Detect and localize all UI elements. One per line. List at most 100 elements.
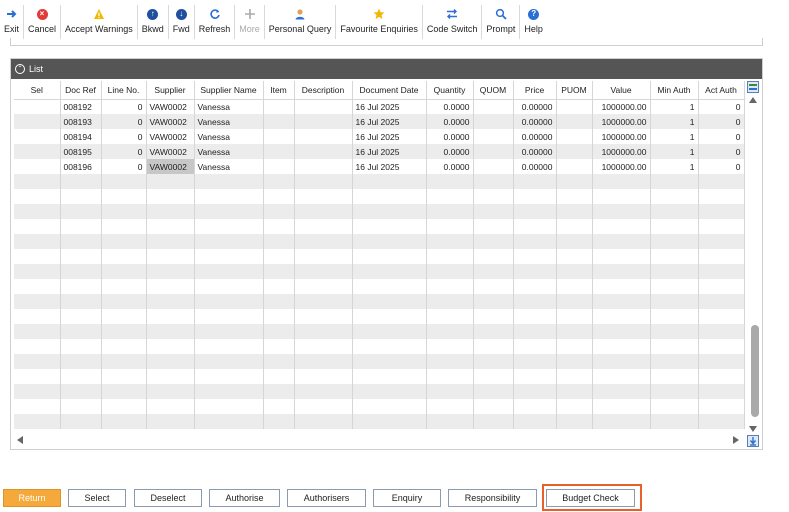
empty-cell[interactable] — [473, 369, 514, 384]
empty-cell[interactable] — [60, 189, 102, 204]
empty-cell[interactable] — [556, 399, 593, 414]
empty-table-row[interactable] — [14, 324, 745, 339]
empty-cell[interactable] — [592, 354, 651, 369]
empty-cell[interactable] — [513, 414, 557, 429]
empty-cell[interactable] — [194, 189, 264, 204]
empty-cell[interactable] — [473, 384, 514, 399]
empty-cell[interactable] — [426, 219, 474, 234]
favourite-enquiries-button[interactable]: Favourite Enquiries — [336, 5, 423, 39]
empty-cell[interactable] — [60, 399, 102, 414]
empty-cell[interactable] — [352, 369, 427, 384]
cell-price[interactable]: 0.00000 — [513, 144, 557, 159]
cell-value[interactable]: 1000000.00 — [592, 114, 651, 129]
empty-cell[interactable] — [426, 294, 474, 309]
empty-cell[interactable] — [513, 174, 557, 189]
cell-value[interactable]: 1000000.00 — [592, 144, 651, 159]
empty-cell[interactable] — [650, 339, 699, 354]
empty-cell[interactable] — [556, 414, 593, 429]
empty-cell[interactable] — [556, 234, 593, 249]
empty-cell[interactable] — [473, 264, 514, 279]
empty-cell[interactable] — [650, 189, 699, 204]
empty-cell[interactable] — [194, 399, 264, 414]
table-row[interactable]: 008193 0 VAW0002 Vanessa 16 Jul 2025 0.0… — [14, 114, 745, 129]
empty-cell[interactable] — [698, 324, 745, 339]
empty-cell[interactable] — [650, 414, 699, 429]
empty-cell[interactable] — [60, 219, 102, 234]
table-row[interactable]: 008194 0 VAW0002 Vanessa 16 Jul 2025 0.0… — [14, 129, 745, 144]
empty-cell[interactable] — [294, 189, 353, 204]
cell-sel[interactable] — [14, 114, 61, 129]
cell-document-date[interactable]: 16 Jul 2025 — [352, 99, 427, 114]
empty-cell[interactable] — [101, 249, 147, 264]
empty-cell[interactable] — [101, 399, 147, 414]
cell-price[interactable]: 0.00000 — [513, 99, 557, 114]
cell-act-auth[interactable]: 0 — [698, 144, 745, 159]
empty-cell[interactable] — [194, 204, 264, 219]
empty-table-row[interactable] — [14, 204, 745, 219]
col-header-puom[interactable]: PUOM — [556, 81, 593, 100]
empty-cell[interactable] — [60, 324, 102, 339]
cell-sel[interactable] — [14, 99, 61, 114]
empty-cell[interactable] — [556, 339, 593, 354]
empty-cell[interactable] — [60, 384, 102, 399]
empty-cell[interactable] — [426, 324, 474, 339]
empty-cell[interactable] — [101, 174, 147, 189]
empty-cell[interactable] — [146, 174, 195, 189]
scroll-right-icon[interactable] — [732, 435, 740, 447]
empty-cell[interactable] — [101, 354, 147, 369]
empty-cell[interactable] — [101, 309, 147, 324]
responsibility-button[interactable]: Responsibility — [448, 489, 537, 507]
authorisers-button[interactable]: Authorisers — [287, 489, 366, 507]
authorise-button[interactable]: Authorise — [209, 489, 280, 507]
cell-quom[interactable] — [473, 144, 514, 159]
cell-min-auth[interactable]: 1 — [650, 144, 699, 159]
cell-sel[interactable] — [14, 129, 61, 144]
empty-cell[interactable] — [556, 309, 593, 324]
empty-cell[interactable] — [294, 354, 353, 369]
budget-check-button[interactable]: Budget Check — [546, 489, 635, 507]
empty-cell[interactable] — [352, 339, 427, 354]
empty-cell[interactable] — [592, 339, 651, 354]
cell-act-auth[interactable]: 0 — [698, 114, 745, 129]
empty-cell[interactable] — [556, 279, 593, 294]
empty-cell[interactable] — [513, 369, 557, 384]
empty-cell[interactable] — [556, 294, 593, 309]
empty-cell[interactable] — [194, 369, 264, 384]
empty-table-row[interactable] — [14, 264, 745, 279]
empty-cell[interactable] — [14, 354, 61, 369]
empty-cell[interactable] — [650, 294, 699, 309]
scroll-thumb[interactable] — [751, 325, 759, 417]
empty-cell[interactable] — [14, 399, 61, 414]
cell-line-no[interactable]: 0 — [101, 114, 147, 129]
cell-supplier[interactable]: VAW0002 — [146, 114, 195, 129]
empty-table-row[interactable] — [14, 339, 745, 354]
cell-doc-ref[interactable]: 008195 — [60, 144, 102, 159]
empty-cell[interactable] — [101, 189, 147, 204]
empty-cell[interactable] — [473, 354, 514, 369]
empty-cell[interactable] — [426, 339, 474, 354]
cell-doc-ref[interactable]: 008196 — [60, 159, 102, 174]
empty-cell[interactable] — [473, 399, 514, 414]
scroll-left-icon[interactable] — [16, 435, 24, 447]
empty-cell[interactable] — [101, 339, 147, 354]
cell-min-auth[interactable]: 1 — [650, 99, 699, 114]
empty-cell[interactable] — [14, 189, 61, 204]
cell-min-auth[interactable]: 1 — [650, 129, 699, 144]
cell-doc-ref[interactable]: 008192 — [60, 99, 102, 114]
empty-cell[interactable] — [60, 354, 102, 369]
empty-cell[interactable] — [14, 279, 61, 294]
empty-cell[interactable] — [592, 204, 651, 219]
empty-cell[interactable] — [473, 249, 514, 264]
cell-sel[interactable] — [14, 144, 61, 159]
empty-cell[interactable] — [263, 354, 295, 369]
empty-cell[interactable] — [698, 279, 745, 294]
empty-cell[interactable] — [263, 294, 295, 309]
empty-cell[interactable] — [146, 414, 195, 429]
empty-cell[interactable] — [60, 204, 102, 219]
empty-cell[interactable] — [263, 204, 295, 219]
empty-cell[interactable] — [352, 294, 427, 309]
empty-cell[interactable] — [352, 249, 427, 264]
more-button[interactable]: More — [235, 5, 265, 39]
cell-quantity[interactable]: 0.0000 — [426, 129, 474, 144]
empty-cell[interactable] — [513, 219, 557, 234]
